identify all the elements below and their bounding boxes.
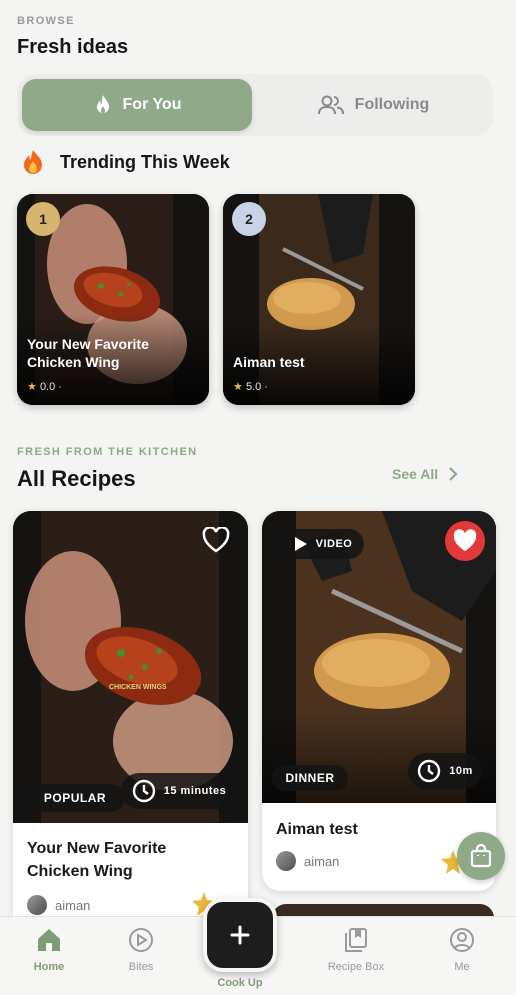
tab-bites[interactable]: Bites — [101, 927, 181, 973]
clock-icon — [132, 779, 155, 803]
clock-icon — [418, 759, 441, 783]
avatar — [27, 895, 47, 915]
browse-kicker: BROWSE — [17, 15, 75, 27]
recipe-card[interactable]: CHICKEN WINGS POPULAR 15 minutes Your Ne… — [13, 511, 248, 931]
play-circle-icon — [129, 928, 153, 952]
rating-value: 0.0 — [39, 381, 56, 393]
people-icon — [317, 95, 344, 115]
plus-icon — [230, 925, 250, 945]
recipe-title: Your New Favorite Chicken Wing — [27, 840, 167, 880]
see-all-label: See All — [392, 466, 439, 482]
rank-badge: 2 — [232, 202, 266, 236]
chevron-right-icon — [449, 467, 458, 481]
time-label: 10m — [449, 765, 473, 777]
home-icon — [38, 929, 60, 951]
author-row: aiman — [27, 895, 90, 915]
user-icon — [450, 928, 474, 952]
author-row: aiman — [276, 851, 339, 871]
fire-emoji-icon — [24, 150, 42, 174]
see-all-link[interactable]: See All — [392, 466, 458, 482]
tag-pill: POPULAR — [25, 784, 125, 812]
author-name: aiman — [55, 897, 91, 913]
following-label: Following — [354, 96, 430, 113]
page-title: Fresh ideas — [17, 36, 129, 58]
video-label: VIDEO — [315, 538, 353, 550]
play-icon — [294, 537, 307, 551]
cook-up-label: Cook Up — [217, 977, 263, 989]
video-pill: VIDEO — [282, 529, 364, 559]
shopping-bag-button[interactable] — [457, 832, 505, 880]
heart-filled-button[interactable] — [445, 521, 485, 561]
trending-rating: ★ 5.0 · — [233, 381, 268, 393]
tab-label: Bites — [128, 961, 154, 973]
recipe-card[interactable]: VIDEO DINNER 10m Aiman test aiman — [262, 511, 496, 891]
tab-label: Recipe Box — [327, 961, 385, 973]
tab-label: Home — [33, 961, 65, 973]
tab-home[interactable]: Home — [9, 927, 89, 973]
tab-me[interactable]: Me — [422, 927, 502, 973]
recipe-title: Aiman test — [276, 821, 358, 838]
time-pill: 10m — [408, 753, 482, 789]
trending-rating: ★ 0.0 · — [27, 381, 62, 393]
author-name: aiman — [304, 853, 340, 869]
time-pill: 15 minutes — [121, 773, 237, 809]
chicken-wings-overlay: CHICKEN WINGS — [109, 684, 167, 691]
trending-card-title: Your New Favorite Chicken Wing — [27, 336, 149, 370]
fresh-kicker: FRESH FROM THE KITCHEN — [17, 446, 198, 458]
shopping-bag-icon — [470, 844, 492, 868]
for-you-tab[interactable]: For You — [22, 79, 252, 131]
rating-value: 5.0 — [245, 381, 262, 393]
star-icon: ★ — [233, 381, 243, 393]
feed-toggle: For You Following — [17, 74, 493, 136]
star-icon: ★ — [27, 381, 37, 393]
tab-label: Me — [454, 961, 470, 973]
trending-card-title: Aiman test — [233, 354, 305, 370]
tab-recipe-box[interactable]: Recipe Box — [316, 927, 396, 973]
heart-outline-icon[interactable] — [202, 527, 230, 553]
rank-badge: 1 — [26, 202, 60, 236]
heart-filled-icon — [453, 529, 477, 552]
following-tab[interactable]: Following — [258, 79, 488, 131]
cook-up-button[interactable] — [203, 898, 277, 972]
bookmark-stack-icon — [345, 928, 367, 952]
avatar — [276, 851, 296, 871]
flame-icon — [96, 95, 109, 113]
all-recipes-title: All Recipes — [17, 466, 136, 491]
trending-card[interactable]: 2 Aiman test ★ 5.0 · — [223, 194, 415, 405]
trending-title: Trending This Week — [60, 152, 230, 172]
trending-card[interactable]: 1 Your New Favorite Chicken Wing ★ 0.0 · — [17, 194, 209, 405]
tag-pill: DINNER — [272, 765, 348, 791]
time-label: 15 minutes — [163, 785, 227, 797]
for-you-label: For You — [122, 96, 182, 113]
